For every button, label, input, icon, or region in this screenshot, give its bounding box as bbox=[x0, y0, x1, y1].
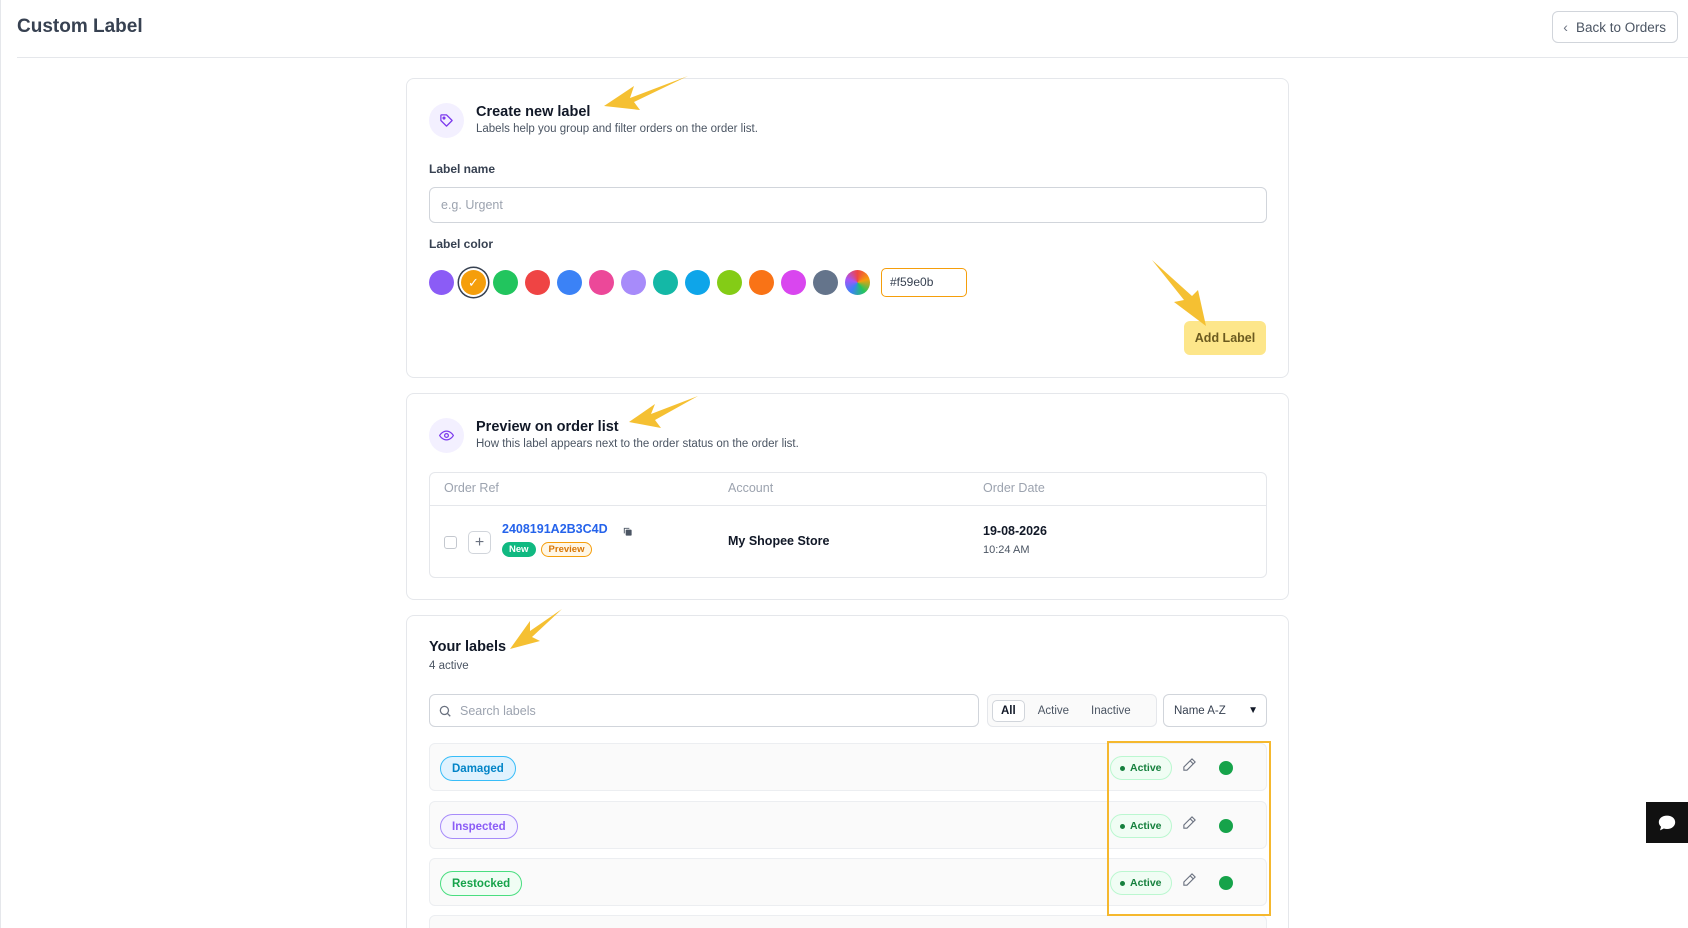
label-pill[interactable]: Inspected bbox=[440, 814, 518, 839]
custom-label-page: Custom Label ‹ Back to Orders Create new… bbox=[0, 0, 1688, 928]
color-swatch[interactable] bbox=[525, 269, 550, 295]
search-box bbox=[429, 694, 979, 727]
back-to-orders-button[interactable]: ‹ Back to Orders bbox=[1552, 11, 1678, 43]
label-name-input[interactable] bbox=[429, 187, 1267, 223]
preview-table-header: Order Ref Account Order Date bbox=[430, 473, 1266, 506]
search-icon bbox=[439, 705, 451, 717]
chat-button[interactable] bbox=[1646, 802, 1688, 843]
color-swatch[interactable] bbox=[429, 269, 454, 295]
tag-icon bbox=[429, 103, 464, 138]
order-date: 19-08-2026 bbox=[983, 524, 1047, 538]
annotation-arrow-icon bbox=[1152, 260, 1206, 326]
label-pill[interactable]: Restocked bbox=[440, 871, 523, 896]
window-edge bbox=[0, 0, 1, 928]
create-label-header: Create new label Labels help you group a… bbox=[429, 103, 758, 138]
chevron-down-icon: ▼ bbox=[1248, 705, 1258, 716]
filter-all[interactable]: All bbox=[992, 699, 1025, 722]
order-time: 10:24 AM bbox=[983, 544, 1030, 556]
page-title: Custom Label bbox=[17, 16, 143, 37]
color-swatch[interactable] bbox=[621, 269, 646, 295]
create-label-card: Create new label Labels help you group a… bbox=[406, 78, 1289, 378]
hex-color-input[interactable] bbox=[881, 267, 967, 297]
label-row-partial bbox=[429, 915, 1267, 928]
chevron-left-icon: ‹ bbox=[1563, 19, 1568, 35]
your-labels-title: Your labels bbox=[429, 639, 507, 655]
plus-icon[interactable]: + bbox=[468, 531, 491, 554]
label-color-label: Label color bbox=[429, 237, 494, 251]
search-labels-input[interactable] bbox=[460, 703, 940, 718]
sort-value: Name A-Z bbox=[1174, 704, 1226, 717]
label-pill[interactable]: Damaged bbox=[440, 756, 516, 781]
color-swatch[interactable] bbox=[717, 269, 742, 295]
annotation-highlight-box bbox=[1107, 741, 1271, 916]
create-label-subtitle: Labels help you group and filter orders … bbox=[476, 123, 758, 135]
column-order-ref: Order Ref bbox=[444, 481, 499, 495]
color-swatch[interactable] bbox=[493, 269, 518, 295]
eye-icon bbox=[429, 418, 464, 453]
annotation-arrow-icon bbox=[510, 609, 562, 649]
color-swatch[interactable] bbox=[589, 269, 614, 295]
account-name: My Shopee Store bbox=[728, 534, 830, 548]
status-badge-new: New bbox=[502, 542, 536, 557]
sort-select[interactable]: Name A-Z ▼ bbox=[1163, 694, 1267, 727]
column-order-date: Order Date bbox=[983, 481, 1045, 495]
preview-card: Preview on order list How this label app… bbox=[406, 393, 1289, 600]
preview-table: Order Ref Account Order Date + 2408191A2… bbox=[429, 472, 1267, 578]
color-swatch[interactable] bbox=[653, 269, 678, 295]
preview-header: Preview on order list How this label app… bbox=[429, 418, 799, 453]
order-badges: New Preview bbox=[502, 542, 593, 557]
color-swatches: ✓ bbox=[429, 267, 967, 297]
color-swatch[interactable] bbox=[685, 269, 710, 295]
custom-color-picker[interactable] bbox=[845, 269, 870, 295]
row-checkbox[interactable] bbox=[444, 536, 457, 549]
back-to-orders-label: Back to Orders bbox=[1575, 19, 1666, 35]
chat-icon bbox=[1658, 815, 1676, 830]
color-swatch[interactable] bbox=[557, 269, 582, 295]
preview-subtitle: How this label appears next to the order… bbox=[476, 438, 799, 450]
color-swatch[interactable] bbox=[749, 269, 774, 295]
copy-icon[interactable] bbox=[622, 524, 633, 542]
color-swatch[interactable] bbox=[781, 269, 806, 295]
top-bar: Custom Label ‹ Back to Orders bbox=[17, 0, 1688, 58]
filter-active[interactable]: Active bbox=[1029, 700, 1078, 722]
order-ref-link[interactable]: 2408191A2B3C4D bbox=[502, 522, 608, 536]
check-icon: ✓ bbox=[468, 274, 479, 290]
status-filter-tabs: All Active Inactive bbox=[987, 694, 1157, 727]
annotation-arrow-icon bbox=[629, 396, 698, 428]
column-account: Account bbox=[728, 481, 774, 495]
label-name-label: Label name bbox=[429, 162, 496, 176]
table-row: + 2408191A2B3C4D New Preview My Shopee S… bbox=[430, 506, 1266, 578]
label-badge-preview: Preview bbox=[540, 542, 593, 557]
filter-inactive[interactable]: Inactive bbox=[1082, 700, 1140, 722]
color-swatch[interactable] bbox=[813, 269, 838, 295]
color-swatch[interactable]: ✓ bbox=[461, 269, 486, 295]
annotation-arrow-icon bbox=[604, 76, 688, 110]
active-count: 4 active bbox=[429, 660, 469, 672]
